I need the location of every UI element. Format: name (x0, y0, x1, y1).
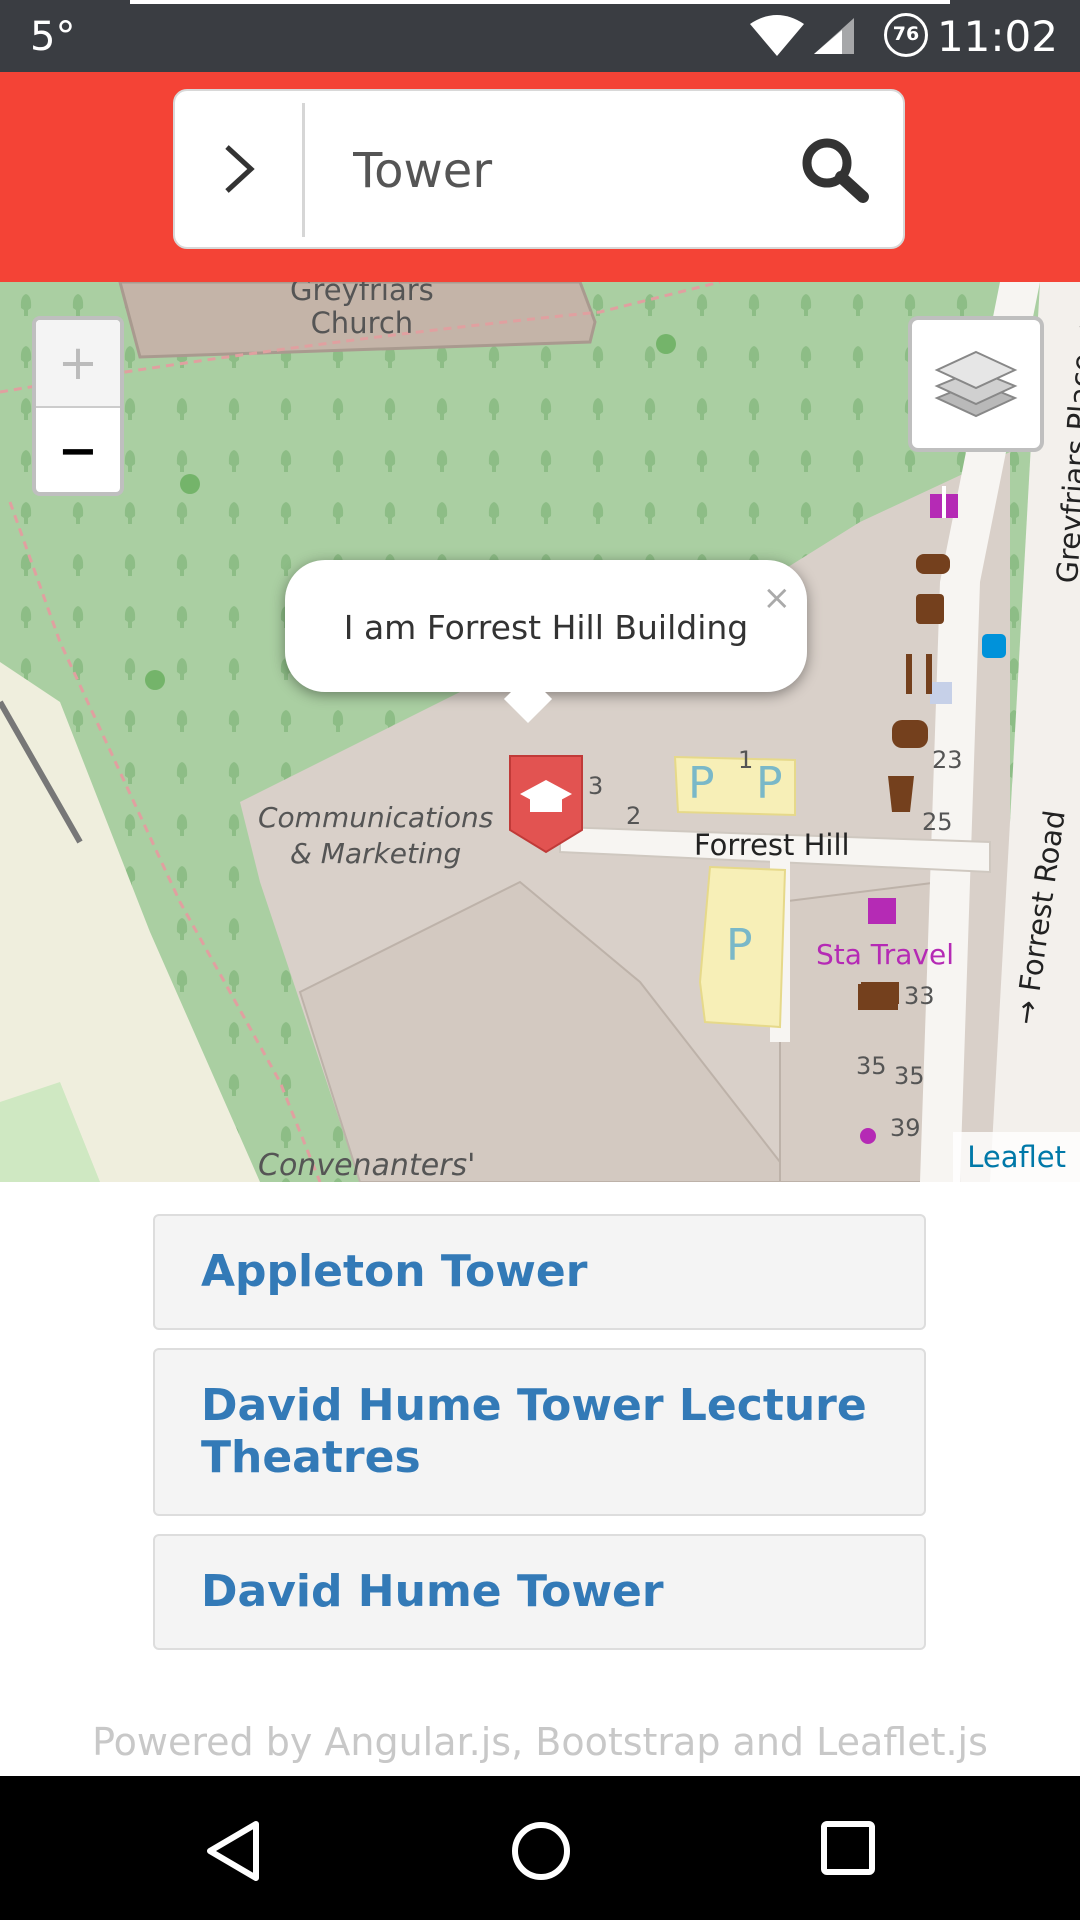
chevron-right-icon (225, 145, 255, 193)
android-nav-bar (0, 1776, 1080, 1920)
map-label-parking-1: P (688, 758, 715, 809)
result-item-appleton-tower[interactable]: Appleton Tower (153, 1214, 926, 1330)
search-divider (302, 103, 305, 237)
result-item-label: David Hume Tower Lecture Theatres (201, 1380, 867, 1483)
pub-icon (888, 776, 914, 812)
back-icon[interactable] (204, 1820, 262, 1882)
travel-agent-icon (868, 898, 896, 924)
bus-stop-icon (982, 634, 1006, 658)
map-label-number: 39 (890, 1114, 921, 1142)
status-bar: 5° 76 11:02 (0, 0, 1080, 72)
map-label-number: 25 (922, 808, 953, 836)
restaurant-icon (906, 654, 932, 694)
map-label-number: 2 (626, 802, 642, 830)
cafe-icon (916, 554, 950, 624)
map-label-sta-travel: Sta Travel (816, 938, 955, 971)
battery-icon: 76 (884, 13, 928, 57)
zoom-control: + − (32, 316, 124, 496)
footer-credits: Powered by Angular.js, Bootstrap and Lea… (92, 1720, 988, 1764)
leaflet-attribution-link[interactable]: Leaflet (953, 1132, 1080, 1182)
result-item-david-hume-lecture-theatres[interactable]: David Hume Tower Lecture Theatres (153, 1348, 926, 1516)
map-view[interactable]: Greyfriars Church Communications & Marketi… (0, 282, 1080, 1182)
map-label-parking-2: P (756, 758, 783, 809)
layers-button[interactable] (908, 316, 1044, 452)
popup-text: I am Forrest Hill Building (343, 608, 749, 647)
map-label-church: Greyfriars Church (290, 282, 434, 340)
marker-popup: I am Forrest Hill Building × (285, 560, 807, 724)
clock-text: 11:02 (936, 12, 1058, 61)
sidebar-toggle-button[interactable] (175, 91, 303, 247)
loading-progress-line (130, 0, 950, 4)
signal-icon (814, 18, 854, 54)
search-box (173, 89, 905, 249)
university-marker-icon[interactable] (506, 752, 586, 854)
home-icon[interactable] (510, 1820, 572, 1882)
search-icon[interactable] (797, 135, 871, 205)
temperature-text: 5° (30, 14, 76, 60)
map-label-convenanters: Convenanters' (258, 1148, 476, 1182)
zoom-in-button[interactable]: + (36, 320, 120, 408)
search-input[interactable] (353, 131, 773, 211)
map-label-number: 35 (856, 1052, 887, 1080)
map-label-forrest-hill: Forrest Hill (694, 828, 850, 862)
map-label-number: 23 (932, 746, 963, 774)
result-item-label: David Hume Tower (201, 1566, 664, 1617)
layers-icon (934, 350, 1018, 418)
map-label-number: 33 (904, 982, 935, 1010)
result-item-david-hume-tower[interactable]: David Hume Tower (153, 1534, 926, 1650)
recents-icon[interactable] (820, 1820, 876, 1876)
map-label-parking-3: P (726, 920, 753, 971)
zoom-out-button[interactable]: − (36, 408, 120, 492)
map-label-number: 3 (588, 772, 604, 800)
result-item-label: Appleton Tower (201, 1246, 588, 1297)
wifi-icon (750, 15, 804, 56)
app-header (0, 72, 1080, 282)
map-label-number: 1 (738, 746, 754, 774)
popup-close-button[interactable]: × (763, 578, 792, 618)
map-label-number: 35 (894, 1062, 925, 1090)
fast-food-icon (892, 720, 928, 748)
post-icon (858, 984, 898, 1010)
map-label-communications: Communications & Marketing (258, 801, 494, 870)
gift-icon (930, 486, 958, 518)
